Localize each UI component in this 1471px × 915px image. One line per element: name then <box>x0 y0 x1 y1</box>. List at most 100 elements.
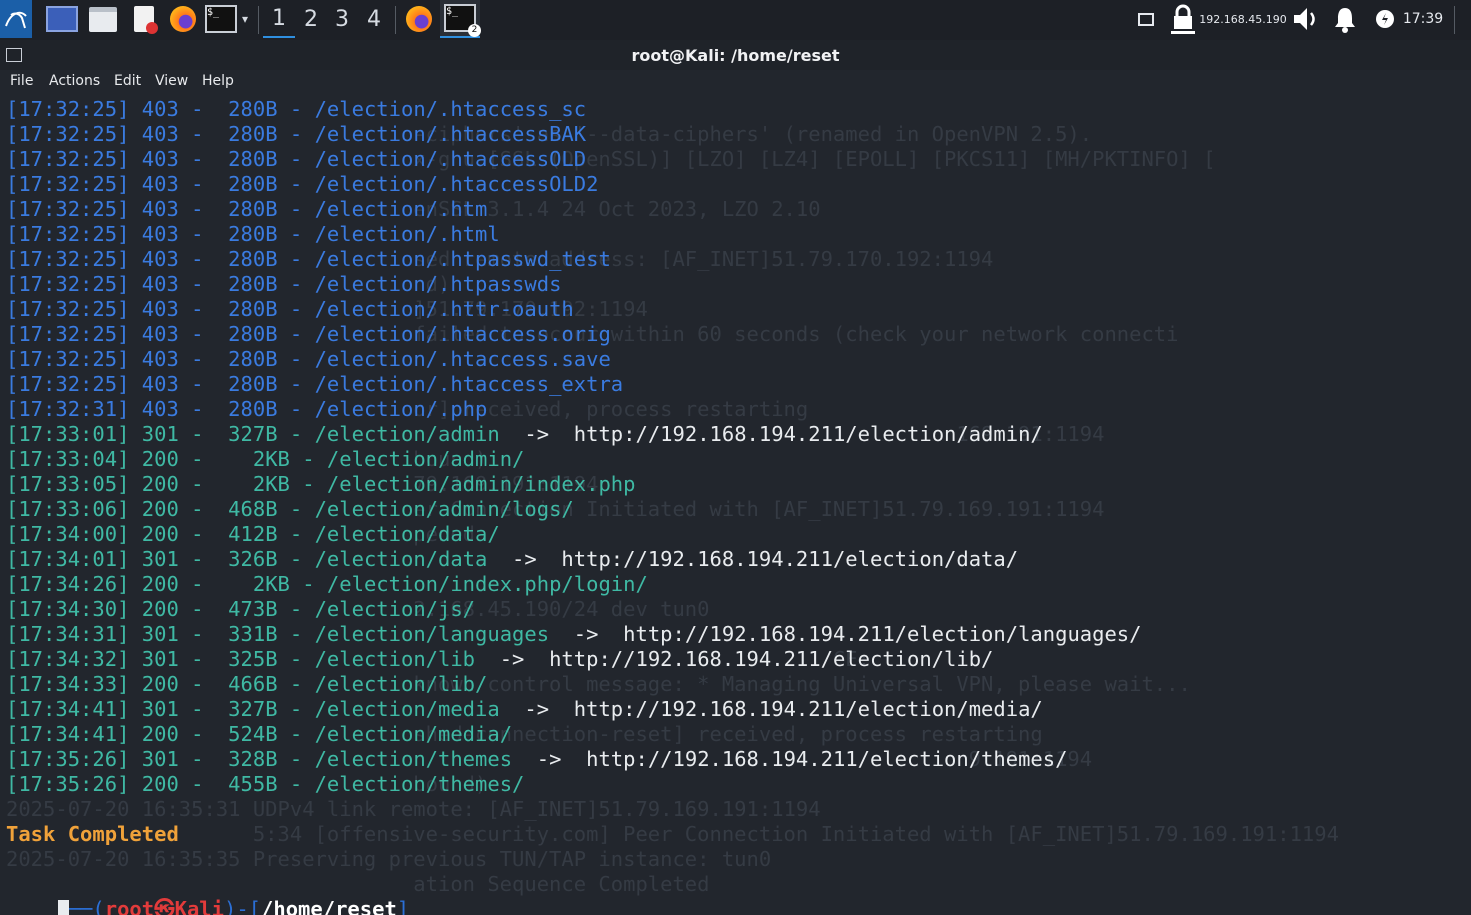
response-size: 328B <box>215 747 278 771</box>
status-code: 403 <box>141 97 179 121</box>
status-code: 200 <box>141 772 179 796</box>
scan-result-line: [17:32:25] 403 - 280B - /election/.htacc… <box>6 347 611 371</box>
timestamp: [17:32:25] <box>6 197 130 221</box>
timestamp: [17:34:01] <box>6 547 130 571</box>
status-code: 403 <box>141 272 179 296</box>
vpn-lock-icon[interactable] <box>1166 0 1200 38</box>
clock[interactable]: 17:39 <box>1400 0 1446 38</box>
scan-result-line: [17:32:31] 403 - 280B - /election/.php <box>6 397 488 421</box>
show-desktop-icon[interactable] <box>46 0 78 38</box>
status-code: 301 <box>141 647 179 671</box>
firefox-window-icon[interactable] <box>402 0 436 38</box>
scan-result-line: [17:33:01] 301 - 327B - /election/admin … <box>6 422 1043 446</box>
window-titlebar[interactable]: root@Kali: /home/reset <box>0 40 1471 70</box>
response-size: 473B <box>215 597 278 621</box>
redirect-target: -> http://192.168.194.211/election/data/ <box>487 547 1019 571</box>
result-path: /election/themes <box>314 747 513 771</box>
scan-result-line: [17:34:00] 200 - 412B - /election/data/ <box>6 522 500 546</box>
timestamp: [17:33:01] <box>6 422 130 446</box>
timestamp: [17:32:25] <box>6 272 130 296</box>
ip-address: 192.168.45.190 <box>1199 12 1287 26</box>
menu-file[interactable]: File <box>10 73 33 89</box>
result-path: /election/.htaccessOLD2 <box>314 172 599 196</box>
response-size: 468B <box>215 497 278 521</box>
menu-actions[interactable]: Actions <box>49 73 100 89</box>
scan-result-line: [17:34:01] 301 - 326B - /election/data -… <box>6 547 1019 571</box>
status-code: 200 <box>141 597 179 621</box>
chevron-down-icon[interactable]: ▾ <box>238 0 252 38</box>
terminal-window-button[interactable]: $_ 2 <box>440 0 481 38</box>
status-code: 403 <box>141 122 179 146</box>
text-editor-icon[interactable] <box>128 0 160 38</box>
workspace-2[interactable]: 2 <box>295 0 327 38</box>
menu-bar: File Actions Edit View Help <box>0 70 1471 96</box>
background-log-line: 2025-07-20 16:35:31 UDPv4 link remote: [… <box>6 797 821 821</box>
status-code: 200 <box>141 672 179 696</box>
display-icon[interactable] <box>1136 0 1156 38</box>
response-size: 2KB <box>215 572 290 596</box>
result-path: /election/.htaccess.save <box>314 347 611 371</box>
redirect-target: -> http://192.168.194.211/election/langu… <box>549 622 1142 646</box>
response-size: 280B <box>215 222 278 246</box>
menu-view[interactable]: View <box>155 73 188 89</box>
status-code: 403 <box>141 397 179 421</box>
menu-edit[interactable]: Edit <box>114 73 141 89</box>
timestamp: [17:35:26] <box>6 747 130 771</box>
scan-result-line: [17:35:26] 301 - 328B - /election/themes… <box>6 747 1068 771</box>
response-size: 327B <box>215 697 278 721</box>
result-path: /election/admin/ <box>326 447 525 471</box>
result-path: /election/admin <box>314 422 500 446</box>
response-size: 466B <box>215 672 278 696</box>
timestamp: [17:32:25] <box>6 172 130 196</box>
timestamp: [17:32:25] <box>6 247 130 271</box>
response-size: 280B <box>215 322 278 346</box>
task-completed-text: Task Completed <box>6 822 179 846</box>
timestamp: [17:34:33] <box>6 672 130 696</box>
workspace-4[interactable]: 4 <box>358 0 390 38</box>
response-size: 524B <box>215 722 278 746</box>
response-size: 280B <box>215 172 278 196</box>
timestamp: [17:32:25] <box>6 347 130 371</box>
kali-menu-icon[interactable] <box>0 0 32 38</box>
response-size: 325B <box>215 647 278 671</box>
timestamp: [17:33:05] <box>6 472 130 496</box>
status-code: 403 <box>141 147 179 171</box>
status-code: 403 <box>141 347 179 371</box>
response-size: 280B <box>215 247 278 271</box>
result-path: /election/.htaccess.orig <box>314 322 611 346</box>
terminal-cursor <box>58 900 69 915</box>
response-size: 280B <box>215 372 278 396</box>
response-size: 331B <box>215 622 278 646</box>
status-code: 403 <box>141 297 179 321</box>
file-manager-icon[interactable] <box>86 0 120 38</box>
volume-icon[interactable] <box>1290 0 1322 38</box>
notification-bell-icon[interactable] <box>1330 0 1360 38</box>
firefox-icon[interactable] <box>166 0 200 38</box>
workspace-1[interactable]: 1 <box>263 0 295 38</box>
response-size: 280B <box>215 297 278 321</box>
workspace-3[interactable]: 3 <box>326 0 358 38</box>
response-size: 280B <box>215 347 278 371</box>
result-path: /election/.htaccessBAK <box>314 122 587 146</box>
scan-result-line: [17:34:33] 200 - 466B - /election/lib/ <box>6 672 488 696</box>
status-code: 301 <box>141 622 179 646</box>
status-code: 403 <box>141 172 179 196</box>
scan-result-line: [17:32:25] 403 - 280B - /election/.htpas… <box>6 272 562 296</box>
terminal-area[interactable]: -ciphers' as '--data-ciphers' (renamed i… <box>0 97 1471 915</box>
power-icon[interactable] <box>1372 0 1398 38</box>
timestamp: [17:32:25] <box>6 372 130 396</box>
response-size: 326B <box>215 547 278 571</box>
timestamp: [17:32:25] <box>6 297 130 321</box>
redirect-target: -> http://192.168.194.211/election/admin… <box>499 422 1043 446</box>
result-path: /election/.html <box>314 222 500 246</box>
status-code: 403 <box>141 247 179 271</box>
scan-result-line: [17:32:25] 403 - 280B - /election/.htpas… <box>6 247 611 271</box>
scan-result-line: [17:32:25] 403 - 280B - /election/.htacc… <box>6 122 587 146</box>
result-path: /election/.httr-oauth <box>314 297 574 321</box>
terminal-launcher-icon[interactable]: $_ <box>204 0 238 38</box>
status-code: 200 <box>141 572 179 596</box>
menu-help[interactable]: Help <box>202 73 234 89</box>
status-code: 301 <box>141 547 179 571</box>
status-code: 403 <box>141 222 179 246</box>
response-size: 455B <box>215 772 278 796</box>
